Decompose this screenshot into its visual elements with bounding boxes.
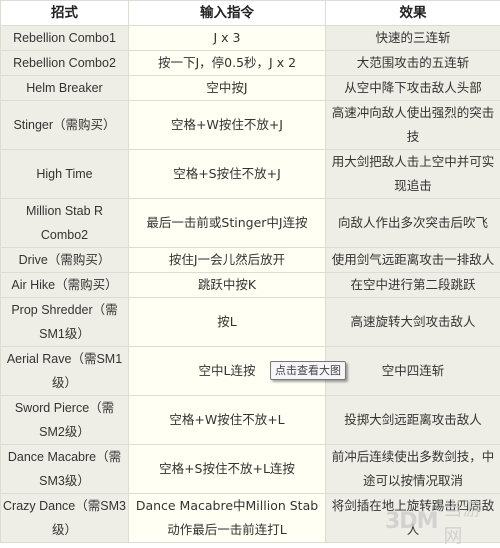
watermark-text: 当游网 — [443, 494, 500, 548]
move-name: Sword Pierce（需SM2级） — [1, 396, 129, 445]
move-input: 空中按J — [129, 76, 326, 101]
watermark-logo-icon: 3DM — [385, 509, 437, 534]
header-input: 输入指令 — [129, 1, 326, 26]
table-row: Million Stab R Combo2 最后一击前或Stinger中J连按 … — [1, 199, 500, 248]
move-name: Prop Shredder（需SM1级） — [1, 298, 129, 347]
table-row: Sword Pierce（需SM2级） 空格+W按住不放+L 投掷大剑远距离攻击… — [1, 396, 500, 445]
move-name: High Time — [1, 150, 129, 199]
move-effect: 前冲后连续使出多数剑技，中途可以按情况取消 — [326, 445, 500, 494]
site-watermark: 3DM 当游网 — [385, 508, 500, 534]
move-effect: 向敌人作出多次突击后吹飞 — [326, 199, 500, 248]
moves-table: 招式 输入指令 效果 Rebellion Combo1 J x 3 快速的三连斩… — [0, 0, 500, 543]
move-name: Rebellion Combo2 — [1, 51, 129, 76]
move-name: Helm Breaker — [1, 76, 129, 101]
table-row: Air Hike（需购买） 跳跃中按K 在空中进行第二段跳跃 — [1, 273, 500, 298]
move-name: Stinger（需购买） — [1, 101, 129, 150]
move-input: 空格+S按住不放+J — [129, 150, 326, 199]
move-name: Dance Macabre（需SM3级） — [1, 445, 129, 494]
move-name: Aerial Rave（需SM1级） — [1, 347, 129, 396]
table-row: Dance Macabre（需SM3级） 空格+S按住不放+L连按 前冲后连续使… — [1, 445, 500, 494]
table-row: Drive（需购买） 按住J一会儿然后放开 使用剑气远距离攻击一排敌人 — [1, 248, 500, 273]
move-input: 按L — [129, 298, 326, 347]
move-name: Crazy Dance（需SM3级） — [1, 494, 129, 543]
move-input: 空格+S按住不放+L连按 — [129, 445, 326, 494]
table-row: High Time 空格+S按住不放+J 用大剑把敌人击上空中并可实现追击 — [1, 150, 500, 199]
move-effect: 高速冲向敌人使出强烈的突击技 — [326, 101, 500, 150]
move-effect: 大范围攻击的五连斩 — [326, 51, 500, 76]
move-input: J x 3 — [129, 26, 326, 51]
move-input: Dance Macabre中Million Stab动作最后一击前连打L — [129, 494, 326, 543]
move-input: 空格+W按住不放+L — [129, 396, 326, 445]
table-row: Prop Shredder（需SM1级） 按L 高速旋转大剑攻击敌人 — [1, 298, 500, 347]
move-input: 空格+W按住不放+J — [129, 101, 326, 150]
move-effect: 投掷大剑远距离攻击敌人 — [326, 396, 500, 445]
header-row: 招式 输入指令 效果 — [1, 1, 500, 26]
view-large-image-tooltip[interactable]: 点击查看大图 — [270, 361, 346, 380]
move-effect: 从空中降下攻击敌人头部 — [326, 76, 500, 101]
table-row: Stinger（需购买） 空格+W按住不放+J 高速冲向敌人使出强烈的突击技 — [1, 101, 500, 150]
table-row: Rebellion Combo1 J x 3 快速的三连斩 — [1, 26, 500, 51]
header-move: 招式 — [1, 1, 129, 26]
move-input: 按一下J，停0.5秒，J x 2 — [129, 51, 326, 76]
move-effect: 空中四连斩 — [326, 347, 500, 396]
move-effect: 使用剑气远距离攻击一排敌人 — [326, 248, 500, 273]
move-name: Million Stab R Combo2 — [1, 199, 129, 248]
move-name: Air Hike（需购买） — [1, 273, 129, 298]
move-name: Drive（需购买） — [1, 248, 129, 273]
move-effect: 快速的三连斩 — [326, 26, 500, 51]
move-input: 最后一击前或Stinger中J连按 — [129, 199, 326, 248]
header-effect: 效果 — [326, 1, 500, 26]
move-name: Rebellion Combo1 — [1, 26, 129, 51]
table-row: Rebellion Combo2 按一下J，停0.5秒，J x 2 大范围攻击的… — [1, 51, 500, 76]
move-input: 跳跃中按K — [129, 273, 326, 298]
move-effect: 在空中进行第二段跳跃 — [326, 273, 500, 298]
table-row: Helm Breaker 空中按J 从空中降下攻击敌人头部 — [1, 76, 500, 101]
move-input: 按住J一会儿然后放开 — [129, 248, 326, 273]
move-effect: 高速旋转大剑攻击敌人 — [326, 298, 500, 347]
table-row: Aerial Rave（需SM1级） 空中L连按 空中四连斩 — [1, 347, 500, 396]
move-effect: 用大剑把敌人击上空中并可实现追击 — [326, 150, 500, 199]
